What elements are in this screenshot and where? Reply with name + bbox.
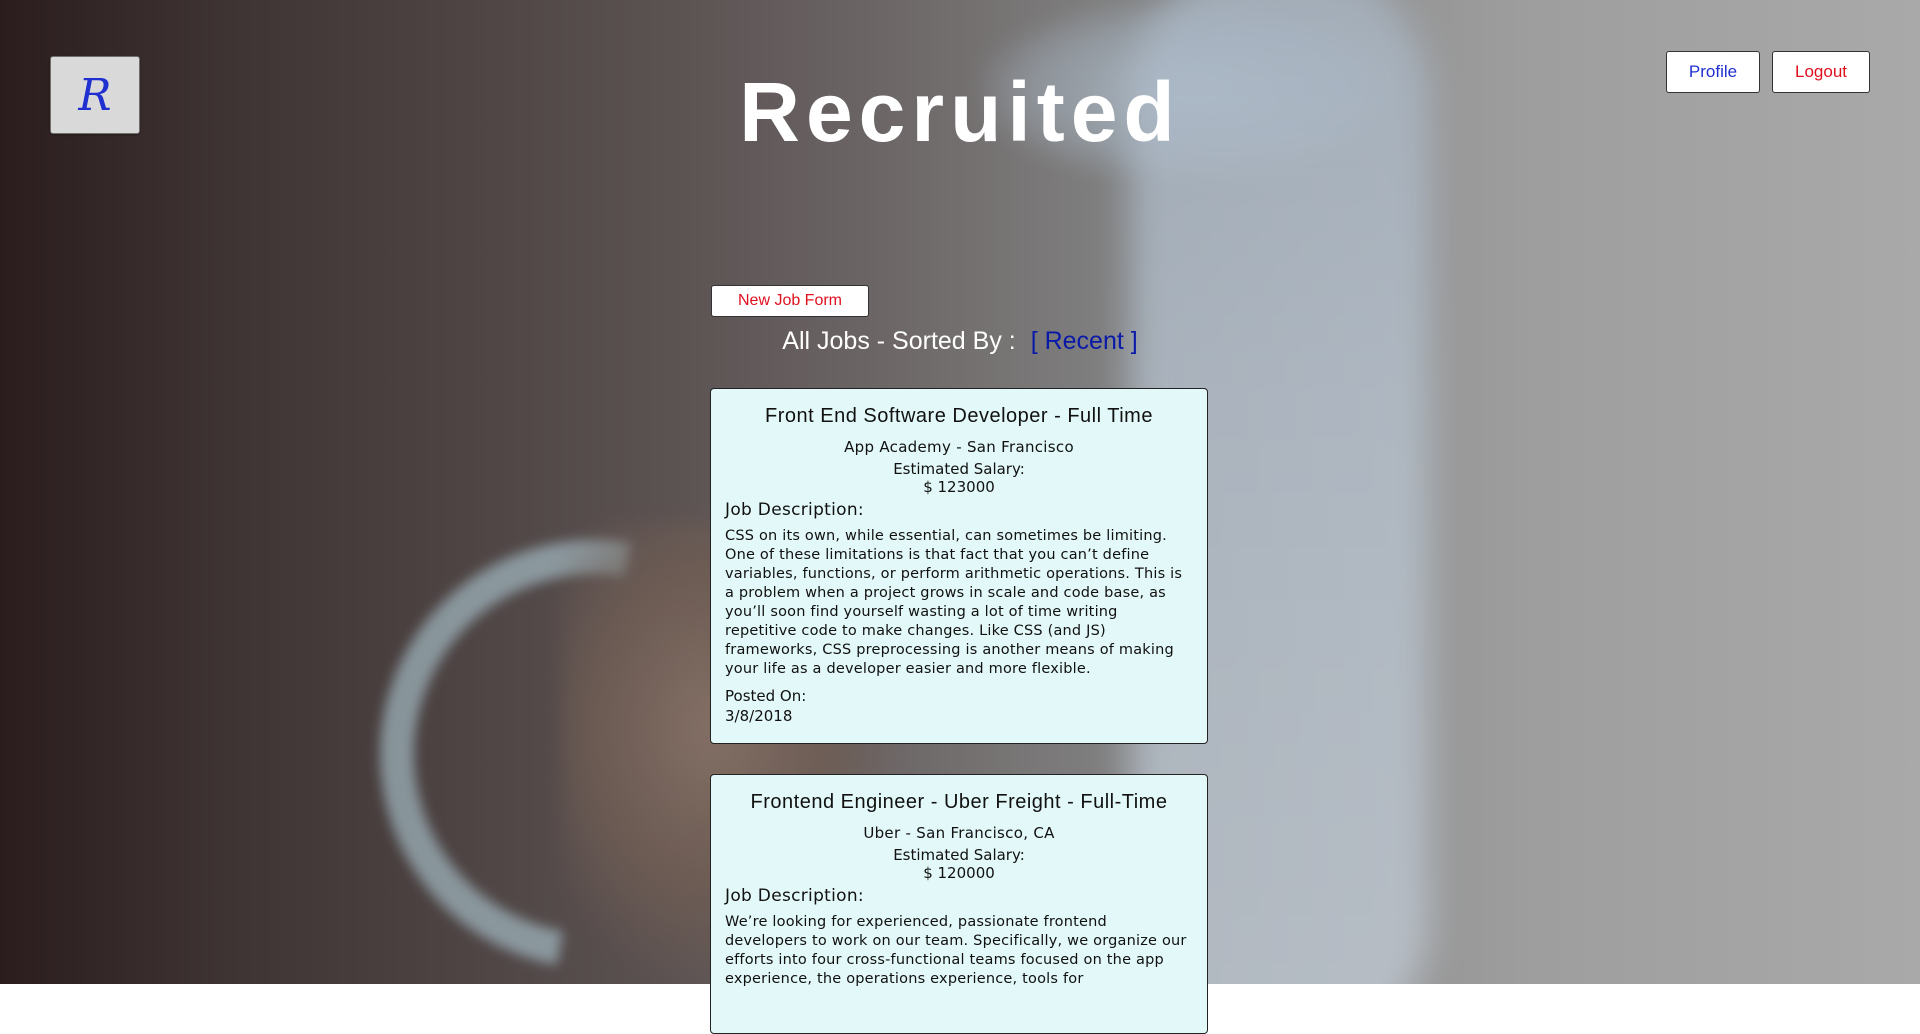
job-description: We’re looking for experienced, passionat… (725, 914, 1187, 987)
description-label: Job Description: (725, 886, 864, 906)
description-label: Job Description: (725, 500, 864, 520)
sort-heading-label: All Jobs - Sorted By : (782, 327, 1016, 355)
job-title: Front End Software Developer - Full Time (765, 405, 1153, 427)
app-title: Recruited (739, 65, 1181, 159)
job-company: Uber - San Francisco, CA (863, 824, 1055, 842)
salary-value: $ 120000 (923, 864, 995, 882)
salary-label: Estimated Salary: (893, 460, 1025, 478)
posted-label: Posted On: (725, 687, 807, 705)
salary-label: Estimated Salary: (893, 846, 1025, 864)
job-description: CSS on its own, while essential, can som… (725, 528, 1183, 677)
posted-date: 3/8/2018 (725, 707, 793, 725)
sort-by-link[interactable]: [ Recent ] (1031, 327, 1138, 355)
job-title: Frontend Engineer - Uber Freight - Full-… (750, 791, 1168, 813)
profile-button[interactable]: Profile (1666, 51, 1760, 93)
salary-value: $ 123000 (923, 478, 995, 496)
job-card[interactable]: Front End Software Developer - Full Time… (710, 388, 1208, 744)
job-company: App Academy - San Francisco (844, 438, 1074, 456)
new-job-form-button[interactable]: New Job Form (711, 285, 869, 317)
job-card[interactable]: Frontend Engineer - Uber Freight - Full-… (710, 774, 1208, 1034)
logout-button[interactable]: Logout (1772, 51, 1870, 93)
jobs-sort-heading: All Jobs - Sorted By : [ Recent ] (0, 327, 1920, 356)
